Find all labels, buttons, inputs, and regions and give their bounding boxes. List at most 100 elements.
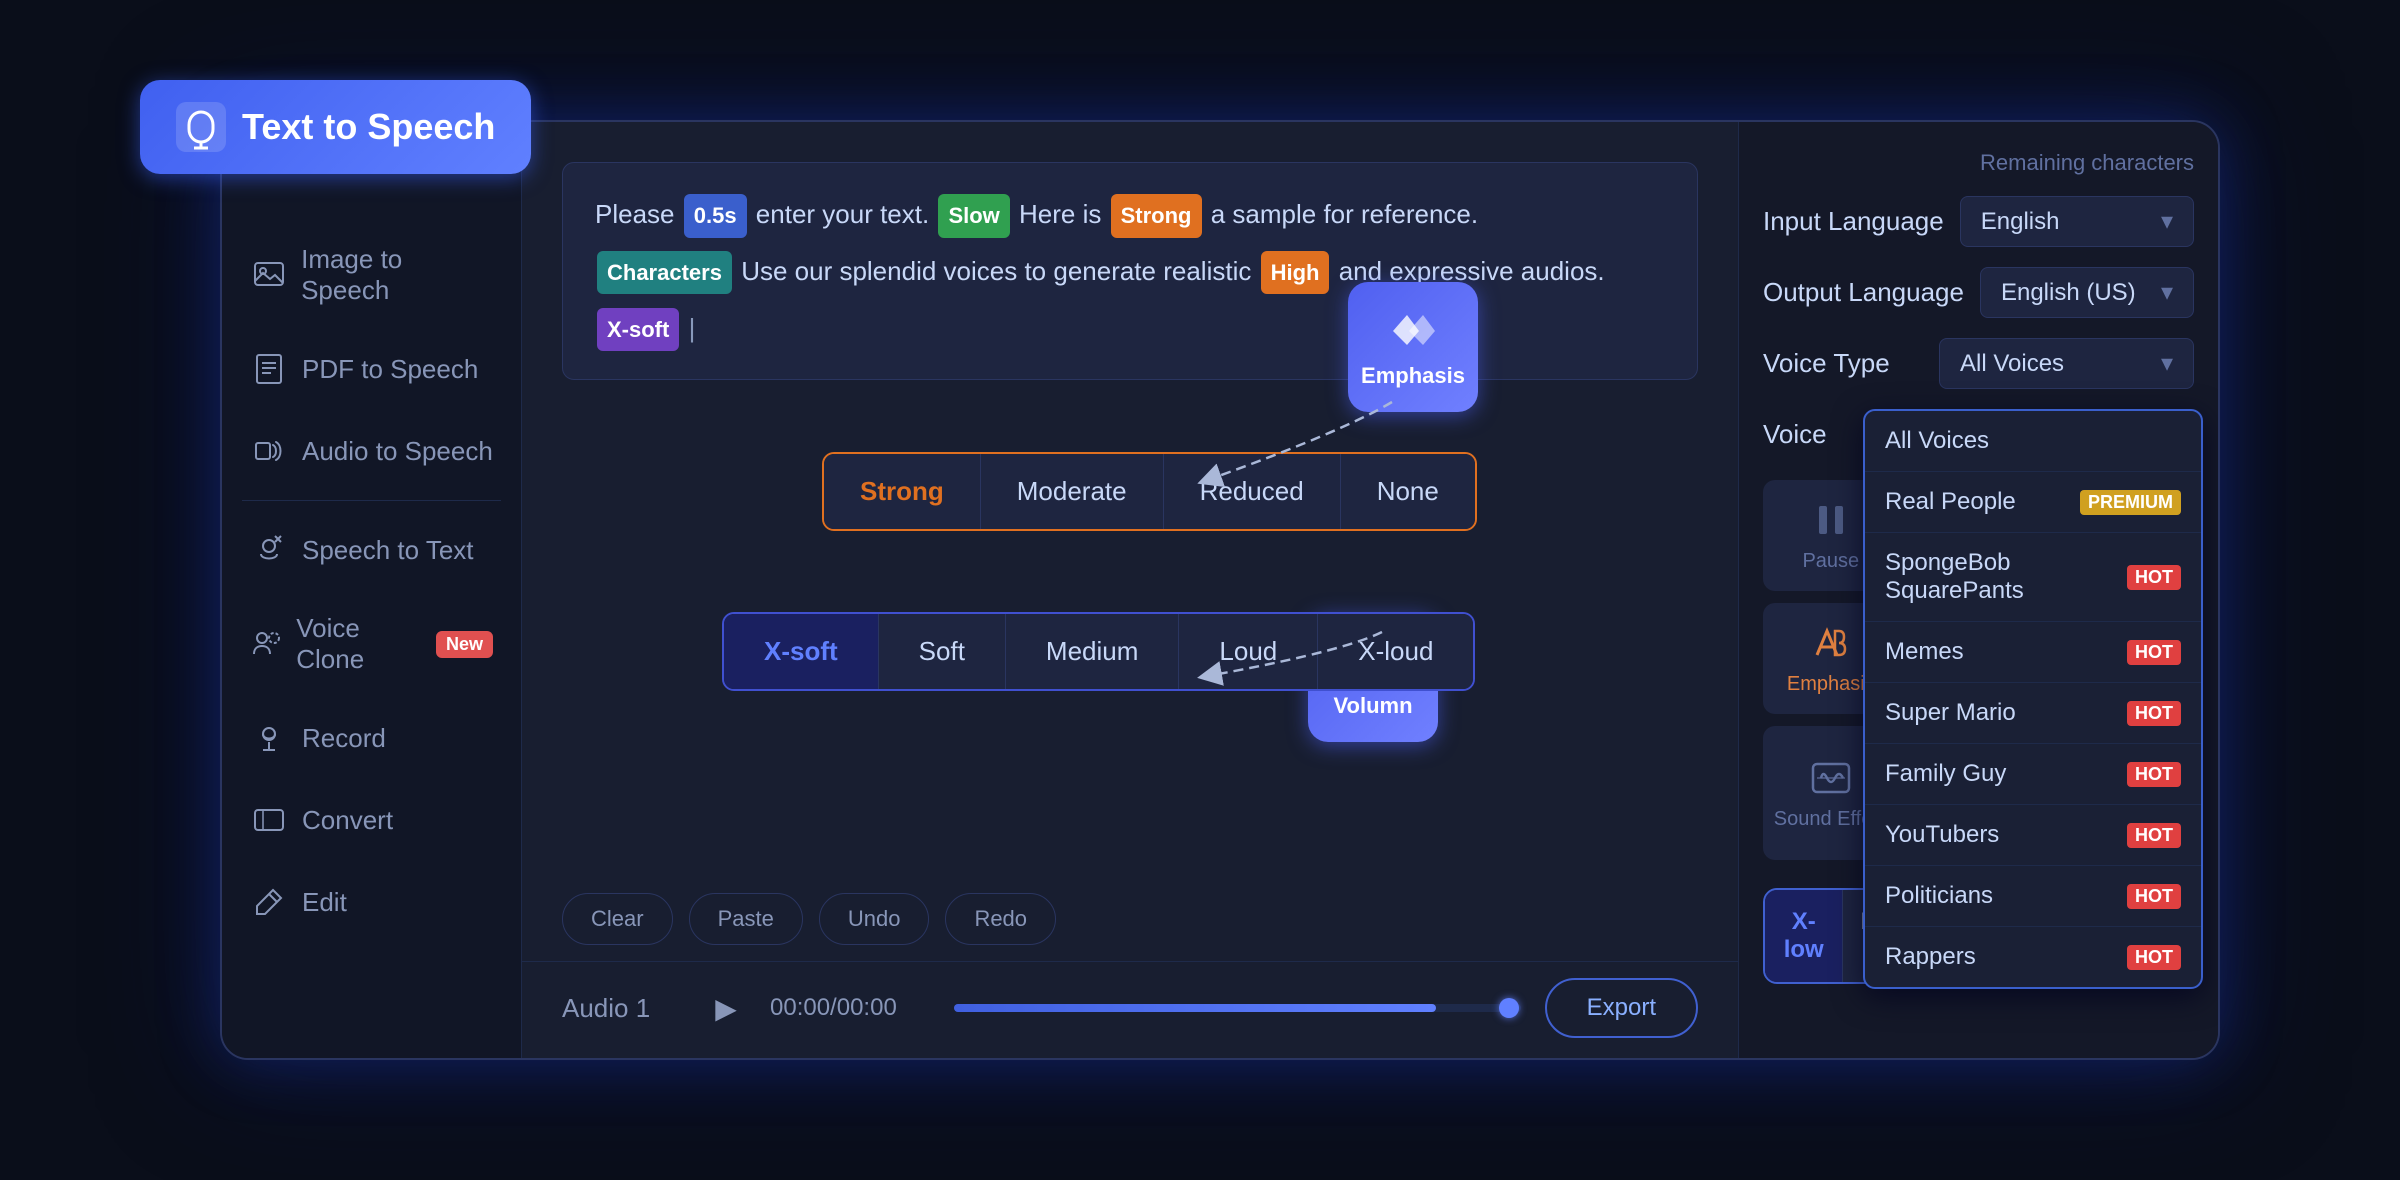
pdf-icon	[250, 350, 288, 388]
audio-player: Audio 1 ▶ 00:00/00:00 Export	[522, 961, 1738, 1058]
emphasis-strong[interactable]: Strong	[824, 454, 981, 529]
sound-effect-icon	[1809, 756, 1853, 800]
voice-type-label: Voice Type	[1763, 348, 1923, 379]
sidebar-item-speech-to-text[interactable]: Speech to Text	[222, 509, 521, 591]
export-button[interactable]: Export	[1545, 978, 1698, 1038]
pause-icon	[1809, 498, 1853, 542]
time-display: 00:00/00:00	[770, 994, 930, 1022]
dropdown-youtubers[interactable]: YouTubers HOT	[1865, 805, 2201, 866]
volume-float-label: Volumn	[1333, 693, 1412, 719]
output-language-label: Output Language	[1763, 277, 1964, 308]
dropdown-real-people[interactable]: Real People PREMIUM	[1865, 472, 2201, 533]
sidebar-item-pdf-to-speech[interactable]: PDF to Speech	[222, 328, 521, 410]
main-content: Please 0.5s enter your text. Slow Here i…	[522, 122, 1738, 1058]
tag-0.5s: 0.5s	[684, 194, 747, 238]
record-icon	[250, 719, 288, 757]
sidebar-item-audio-to-speech[interactable]: Audio to Speech	[222, 410, 521, 492]
sidebar-item-edit[interactable]: Edit	[222, 861, 521, 943]
voice-clone-icon	[250, 625, 282, 663]
logo-button[interactable]: Text to Speech	[140, 80, 531, 174]
right-panel: Remaining characters Input Language Engl…	[1738, 122, 2218, 1058]
pitch-xlow[interactable]: X-low	[1765, 890, 1843, 982]
volume-options: X-soft Soft Medium Loud X-loud	[722, 612, 1475, 691]
undo-button[interactable]: Undo	[819, 893, 930, 945]
emphasis-reduced[interactable]: Reduced	[1164, 454, 1341, 529]
sidebar-item-convert[interactable]: Convert	[222, 779, 521, 861]
voice-type-value[interactable]: All Voices All Voices Real People PREMIU…	[1939, 338, 2194, 389]
dropdown-spongebob[interactable]: SpongeBob SquarePants HOT	[1865, 533, 2201, 622]
input-language-label: Input Language	[1763, 206, 1944, 237]
dropdown-family-guy[interactable]: Family Guy HOT	[1865, 744, 2201, 805]
dropdown-rappers[interactable]: Rappers HOT	[1865, 927, 2201, 987]
progress-bar[interactable]	[954, 1004, 1521, 1012]
emphasis-options: Strong Moderate Reduced None	[822, 452, 1477, 531]
sidebar-item-record[interactable]: Record	[222, 697, 521, 779]
emphasis-none[interactable]: None	[1341, 454, 1475, 529]
pause-label: Pause	[1802, 550, 1859, 573]
text-before: Please	[595, 199, 682, 229]
sidebar-item-image-to-speech[interactable]: Image to Speech	[222, 222, 521, 328]
vol-loud[interactable]: Loud	[1179, 614, 1318, 689]
vol-xsoft[interactable]: X-soft	[724, 614, 879, 689]
text-mid1: enter your text.	[756, 199, 929, 229]
input-language-row: Input Language English	[1763, 196, 2194, 247]
hot-badge: HOT	[2127, 565, 2181, 590]
hot-badge: HOT	[2127, 701, 2181, 726]
sidebar-label-convert: Convert	[302, 805, 393, 836]
output-language-value[interactable]: English (US)	[1980, 267, 2194, 318]
new-badge: New	[436, 631, 493, 658]
emphasis-grid-icon	[1809, 621, 1853, 665]
hot-badge: HOT	[2127, 762, 2181, 787]
redo-button[interactable]: Redo	[945, 893, 1056, 945]
dropdown-politicians[interactable]: Politicians HOT	[1865, 866, 2201, 927]
voice-type-dropdown: All Voices Real People PREMIUM SpongeBob…	[1863, 409, 2203, 989]
bottom-toolbar: Clear Paste Undo Redo	[522, 883, 1738, 961]
dropdown-all-voices[interactable]: All Voices	[1865, 411, 2201, 472]
sidebar-label-image-to-speech: Image to Speech	[301, 244, 493, 306]
sidebar-label-voice-clone: Voice Clone	[296, 613, 414, 675]
clear-button[interactable]: Clear	[562, 893, 673, 945]
image-to-speech-icon	[250, 256, 287, 294]
audio-name: Audio 1	[562, 993, 682, 1024]
sidebar-label-audio-to-speech: Audio to Speech	[302, 436, 493, 467]
tag-xsoft: X-soft	[597, 308, 679, 352]
tag-slow: Slow	[938, 194, 1009, 238]
logo-icon	[176, 102, 226, 152]
paste-button[interactable]: Paste	[689, 893, 803, 945]
hot-badge: HOT	[2127, 945, 2181, 970]
sidebar: Image to Speech PDF to Speech	[222, 122, 522, 1058]
emphasis-moderate[interactable]: Moderate	[981, 454, 1164, 529]
tag-high: High	[1261, 251, 1330, 295]
premium-badge: PREMIUM	[2080, 490, 2181, 515]
progress-thumb	[1499, 998, 1519, 1018]
hot-badge: HOT	[2127, 884, 2181, 909]
emphasis-grid-label: Emphasis	[1787, 673, 1875, 696]
text-mid2: Here is	[1019, 199, 1109, 229]
text-display[interactable]: Please 0.5s enter your text. Slow Here i…	[562, 162, 1698, 380]
vol-medium[interactable]: Medium	[1006, 614, 1179, 689]
sidebar-label-edit: Edit	[302, 887, 347, 918]
edit-icon	[250, 883, 288, 921]
dropdown-memes[interactable]: Memes HOT	[1865, 622, 2201, 683]
emphasis-float-label: Emphasis	[1361, 363, 1465, 389]
input-language-value[interactable]: English	[1960, 196, 2194, 247]
text-mid3: a sample for reference.	[1211, 199, 1478, 229]
play-button[interactable]: ▶	[706, 992, 746, 1025]
text-line2: Use our splendid voices to generate real…	[741, 256, 1258, 286]
remaining-chars: Remaining characters	[1763, 150, 2194, 176]
hot-badge: HOT	[2127, 823, 2181, 848]
output-language-row: Output Language English (US)	[1763, 267, 2194, 318]
sidebar-label-record: Record	[302, 723, 386, 754]
floating-emphasis-button[interactable]: Emphasis	[1348, 282, 1478, 412]
sidebar-label-speech-to-text: Speech to Text	[302, 535, 474, 566]
tag-strong: Strong	[1111, 194, 1202, 238]
vol-soft[interactable]: Soft	[879, 614, 1006, 689]
emphasis-float-icon	[1387, 305, 1439, 357]
vol-xloud[interactable]: X-loud	[1318, 614, 1473, 689]
dropdown-super-mario[interactable]: Super Mario HOT	[1865, 683, 2201, 744]
sidebar-item-voice-clone[interactable]: Voice Clone New	[222, 591, 521, 697]
convert-icon	[250, 801, 288, 839]
hot-badge: HOT	[2127, 640, 2181, 665]
editor-area: Please 0.5s enter your text. Slow Here i…	[522, 122, 1738, 883]
tag-characters: Characters	[597, 251, 732, 295]
